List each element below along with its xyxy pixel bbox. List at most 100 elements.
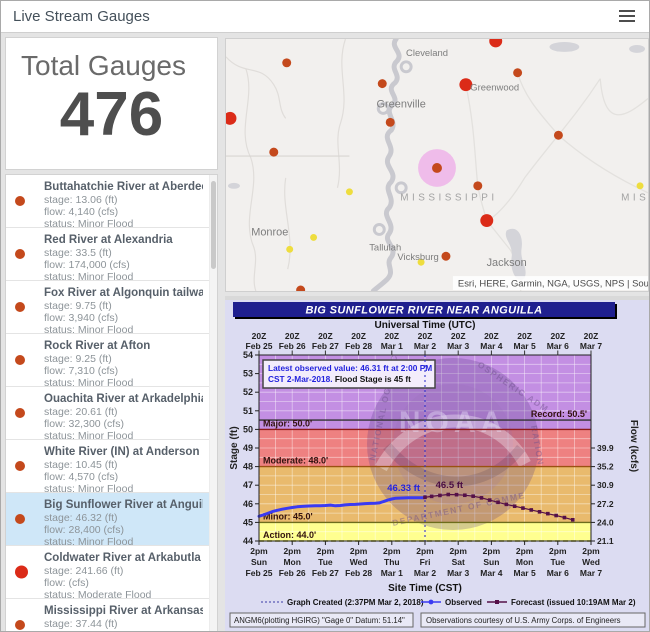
top-tick-date: Mar 2	[414, 341, 436, 351]
gauge-name: Red River at Alexandria	[44, 234, 203, 247]
bottom-tick-date: Mar 2	[414, 568, 436, 578]
gauge-name: Ouachita River at Arkadelphia	[44, 393, 203, 406]
city-label: Monroe	[251, 226, 288, 238]
gauge-list-item[interactable]: Coldwater River at Arkabutla Dam stage: …	[6, 546, 217, 599]
top-tick-z: 20Z	[285, 331, 300, 341]
gauge-list-item[interactable]: Rock River at Afton stage: 9.25 (ft) flo…	[6, 334, 217, 387]
forecast-marker	[546, 512, 550, 516]
right-tick-label: 24.0	[597, 517, 614, 527]
gauge-map-dot[interactable]	[269, 148, 278, 157]
map-panel[interactable]: ClevelandGreenwoodGreenvilleMonroeTallul…	[225, 38, 649, 292]
gauge-map-dot[interactable]	[480, 214, 493, 227]
gauge-map-dot[interactable]	[346, 188, 353, 195]
bottom-tick-dow: Sun	[483, 557, 499, 567]
selected-gauge-dot[interactable]	[432, 163, 442, 173]
left-tick-label: 49	[243, 443, 253, 453]
gauge-map-dot[interactable]	[378, 79, 387, 88]
bottom-tick-time: 2pm	[516, 546, 534, 556]
state-label: MISSISSIPPI	[400, 193, 497, 204]
gauge-name: Coldwater River at Arkabutla Dam	[44, 552, 203, 565]
gauge-flow: flow: 4,570 (cfs)	[44, 471, 203, 483]
gauge-map-dot[interactable]	[282, 58, 291, 67]
gauge-flow: flow: 4,140 (cfs)	[44, 206, 203, 218]
bottom-tick-date: Mar 1	[381, 568, 403, 578]
bottom-tick-dow: Wed	[582, 557, 600, 567]
gauge-name: White River (IN) at Anderson	[44, 446, 203, 459]
list-scrollbar-thumb[interactable]	[211, 181, 216, 269]
forecast-marker	[505, 503, 509, 507]
forecast-marker	[521, 506, 525, 510]
chart-legend: Graph Created (2:37PM Mar 2, 2018)Observ…	[261, 598, 636, 607]
bottom-tick-dow: Tue	[551, 557, 566, 567]
hydrograph-panel: BIG SUNFLOWER RIVER NEAR ANGUILLAUnivers…	[225, 296, 649, 632]
gauge-name: Fox River at Algonquin tailwater	[44, 287, 203, 300]
gauge-flow: flow: 28,400 (cfs)	[44, 524, 203, 536]
gauge-list-item[interactable]: Big Sunflower River at Anguilla stage: 4…	[6, 493, 217, 546]
map-canvas[interactable]: ClevelandGreenwoodGreenvilleMonroeTallul…	[226, 39, 648, 291]
bottom-tick-dow: Mon	[283, 557, 300, 567]
bottom-tick-date: Mar 3	[447, 568, 469, 578]
bottom-tick-dow: Thu	[384, 557, 400, 567]
gauge-flow: flow: 32,300 (cfs)	[44, 418, 203, 430]
gauge-list-item[interactable]: Mississippi River at Arkansas City stage…	[6, 599, 217, 632]
gauge-map-dot[interactable]	[473, 181, 482, 190]
gauge-list-item[interactable]: White River (IN) at Anderson stage: 10.4…	[6, 440, 217, 493]
chart-scroll-strip[interactable]	[225, 296, 649, 300]
gauge-list-item[interactable]: Buttahatchie River at Aberdeen stage: 13…	[6, 175, 217, 228]
gauge-status-dot	[15, 355, 25, 365]
top-tick-z: 20Z	[584, 331, 599, 341]
gauge-flow: flow: 174,000 (cfs)	[44, 259, 203, 271]
ref-line-label: Moderate: 48.0'	[263, 456, 328, 466]
gauge-stage: stage: 46.32 (ft)	[44, 512, 203, 524]
hamburger-bar	[619, 15, 635, 17]
legend-created: Graph Created (2:37PM Mar 2, 2018)	[287, 598, 424, 607]
gauge-map-dot[interactable]	[441, 252, 450, 261]
series-value-label: 46.33 ft	[387, 483, 421, 494]
city-label: Cleveland	[406, 48, 448, 59]
gauge-list-item[interactable]: Fox River at Algonquin tailwater stage: …	[6, 281, 217, 334]
top-tick-z: 20Z	[418, 331, 433, 341]
gauge-map-dot[interactable]	[637, 182, 644, 189]
gauge-status-dot	[15, 514, 25, 524]
footer-datum-text: ANGM6(plotting HGIRG) "Gage 0" Datum: 51…	[234, 616, 405, 625]
gauge-map-dot[interactable]	[513, 68, 522, 77]
forecast-marker	[513, 504, 517, 508]
total-gauges-value: 476	[6, 84, 217, 146]
top-tick-date: Mar 3	[447, 341, 469, 351]
top-tick-z: 20Z	[318, 331, 333, 341]
ref-line-label: Action: 44.0'	[263, 530, 316, 540]
list-scrollbar[interactable]	[209, 175, 217, 632]
top-tick-date: Feb 26	[279, 341, 306, 351]
forecast-marker	[438, 494, 442, 498]
forecast-marker	[529, 508, 533, 512]
right-tick-label: 35.2	[597, 462, 614, 472]
bottom-tick-date: Mar 4	[480, 568, 502, 578]
top-tick-date: Mar 1	[381, 341, 403, 351]
gauge-stage: stage: 13.06 (ft)	[44, 194, 203, 206]
top-axis-title: Universal Time (UTC)	[375, 320, 476, 331]
bottom-tick-dow: Fri	[420, 557, 431, 567]
forecast-marker	[455, 493, 459, 497]
bottom-axis-title: Site Time (CST)	[388, 583, 462, 594]
right-tick-label: 30.9	[597, 480, 614, 490]
hamburger-menu-icon[interactable]	[617, 9, 637, 25]
gauge-map-dot[interactable]	[554, 131, 563, 140]
water-body	[629, 45, 645, 53]
total-gauges-card: Total Gauges 476	[5, 37, 218, 170]
gauge-map-dot[interactable]	[386, 118, 395, 127]
ref-line-label: Record: 50.5'	[531, 409, 587, 419]
bottom-tick-dow: Tue	[318, 557, 333, 567]
city-label: Greenville	[377, 98, 426, 110]
gauge-list-item[interactable]: Ouachita River at Arkadelphia stage: 20.…	[6, 387, 217, 440]
gauge-list-item[interactable]: Red River at Alexandria stage: 33.5 (ft)…	[6, 228, 217, 281]
legend-forecast: Forecast (issued 10:19AM Mar 2)	[511, 598, 636, 607]
gauge-map-dot[interactable]	[310, 234, 317, 241]
city-label: Jackson	[487, 257, 527, 269]
gauge-map-dot[interactable]	[286, 246, 293, 253]
right-axis-title: Flow (kcfs)	[628, 420, 639, 472]
gauge-status-dot	[15, 620, 25, 630]
gauge-flow: flow: 3,940 (cfs)	[44, 312, 203, 324]
gauge-list-card: Buttahatchie River at Aberdeen stage: 13…	[5, 174, 218, 632]
city-label: Vicksburg	[397, 252, 438, 263]
top-tick-date: Mar 7	[580, 341, 602, 351]
